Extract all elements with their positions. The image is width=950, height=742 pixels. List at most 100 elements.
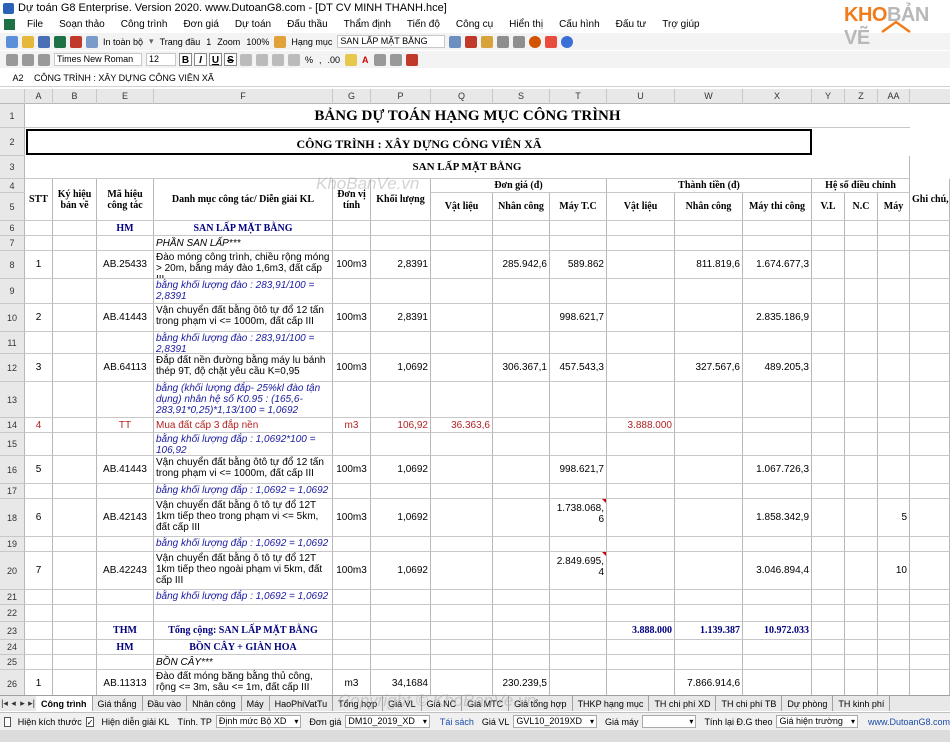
cell-G-row-8[interactable]: 100m3 bbox=[333, 251, 371, 279]
cell-Y-row-12[interactable] bbox=[812, 354, 845, 382]
borders-icon[interactable] bbox=[373, 53, 386, 66]
cell-S-row-21[interactable] bbox=[493, 590, 550, 605]
cell-Z-row-20[interactable] bbox=[845, 552, 878, 590]
cell-E-row-7[interactable] bbox=[97, 236, 154, 251]
cell-T-row-19[interactable] bbox=[550, 537, 607, 552]
cell-T-row-9[interactable] bbox=[550, 279, 607, 304]
cell-X-row-13[interactable] bbox=[743, 382, 812, 418]
cell-Q-row-21[interactable] bbox=[431, 590, 493, 605]
cell-T-row-7[interactable] bbox=[550, 236, 607, 251]
print-scope-label[interactable]: In toàn bộ bbox=[103, 37, 143, 47]
sort-up-icon[interactable] bbox=[6, 53, 18, 66]
cell-A-row-25[interactable] bbox=[25, 655, 53, 670]
cell-ghichu-row-20[interactable] bbox=[910, 552, 950, 590]
sheet-tab-5[interactable]: HaoPhiVatTu bbox=[270, 696, 334, 711]
cell-B-row-7[interactable] bbox=[53, 236, 97, 251]
cell-ghichu-row-25[interactable] bbox=[910, 655, 950, 670]
cell-F-row-20[interactable]: Vận chuyển đất bằng ô tô tự đổ 12T 1km t… bbox=[154, 552, 333, 590]
sheet-tab-11[interactable]: THKP hạng mục bbox=[573, 696, 650, 711]
cell-AA-row-14[interactable] bbox=[878, 418, 910, 433]
cell-ghichu-row-12[interactable] bbox=[910, 354, 950, 382]
cell-A-row-14[interactable]: 4 bbox=[25, 418, 53, 433]
cell-E-row-14[interactable]: TT bbox=[97, 418, 154, 433]
cell-Z-row-12[interactable] bbox=[845, 354, 878, 382]
show-explain-checkbox[interactable]: ✓ bbox=[85, 716, 95, 727]
cell-Q-row-6[interactable] bbox=[431, 221, 493, 236]
flag-vn-icon[interactable] bbox=[405, 53, 418, 66]
cell-P-row-9[interactable] bbox=[371, 279, 431, 304]
cell-F-row-9[interactable]: bằng khối lượng đào : 283,91/100 = 2,839… bbox=[154, 279, 333, 304]
cell-A-row-10[interactable]: 2 bbox=[25, 304, 53, 332]
column-header-Q[interactable]: Q bbox=[431, 89, 493, 104]
cell-Z-row-7[interactable] bbox=[845, 236, 878, 251]
cell-E-row-11[interactable] bbox=[97, 332, 154, 354]
cell-E-row-22[interactable] bbox=[97, 605, 154, 622]
column-header-X[interactable]: X bbox=[743, 89, 812, 104]
zoom-value[interactable]: 100% bbox=[246, 37, 269, 47]
cell-F-row-11[interactable]: bằng khối lượng đào : 283,91/100 = 2,839… bbox=[154, 332, 333, 354]
cell-F-row-6[interactable]: SAN LẤP MẶT BẰNG bbox=[154, 221, 333, 236]
cell-W-row-8[interactable]: 811.819,6 bbox=[675, 251, 743, 279]
cell-Z-row-10[interactable] bbox=[845, 304, 878, 332]
cell-Y-row-13[interactable] bbox=[812, 382, 845, 418]
cell-T-row-11[interactable] bbox=[550, 332, 607, 354]
cell-P-row-7[interactable] bbox=[371, 236, 431, 251]
cell-Z-row-17[interactable] bbox=[845, 484, 878, 499]
cell-S-row-25[interactable] bbox=[493, 655, 550, 670]
cell-Q-row-12[interactable] bbox=[431, 354, 493, 382]
cell-S-row-10[interactable] bbox=[493, 304, 550, 332]
calculator-icon[interactable] bbox=[497, 35, 510, 48]
cell-A-row-24[interactable] bbox=[25, 640, 53, 655]
cell-Y-row-26[interactable] bbox=[812, 670, 845, 695]
cell-Q-row-25[interactable] bbox=[431, 655, 493, 670]
cell-P-row-10[interactable]: 2,8391 bbox=[371, 304, 431, 332]
cell-G-row-9[interactable] bbox=[333, 279, 371, 304]
cell-B-row-11[interactable] bbox=[53, 332, 97, 354]
cell-T-row-23[interactable] bbox=[550, 622, 607, 640]
cell-U-row-25[interactable] bbox=[607, 655, 675, 670]
cell-Q-row-14[interactable]: 36.363,6 bbox=[431, 418, 493, 433]
cell-F-row-16[interactable]: Vận chuyển đất bằng ôtô tự đổ 12 tấn tro… bbox=[154, 456, 333, 484]
cell-F-row-22[interactable] bbox=[154, 605, 333, 622]
cell-P-row-8[interactable]: 2,8391 bbox=[371, 251, 431, 279]
cell-T-row-18[interactable]: 1.738.068,6 bbox=[550, 499, 607, 537]
cell-U-row-18[interactable] bbox=[607, 499, 675, 537]
cell-T-row-25[interactable] bbox=[550, 655, 607, 670]
cell-F-row-19[interactable]: bằng khối lượng đắp : 1,0692 = 1,0692 bbox=[154, 537, 333, 552]
cell-F-row-17[interactable]: bằng khối lượng đắp : 1,0692 = 1,0692 bbox=[154, 484, 333, 499]
cell-A-row-8[interactable]: 1 bbox=[25, 251, 53, 279]
cell-Z-row-23[interactable] bbox=[845, 622, 878, 640]
row-header-25[interactable]: 25 bbox=[0, 655, 25, 670]
cell-W-row-23[interactable]: 1.139.387 bbox=[675, 622, 743, 640]
cell-B-row-18[interactable] bbox=[53, 499, 97, 537]
cell-F-row-13[interactable]: bằng (khối lượng đắp- 25%kl đào tận dụng… bbox=[154, 382, 333, 418]
column-header-F[interactable]: F bbox=[154, 89, 333, 104]
cell-P-row-24[interactable] bbox=[371, 640, 431, 655]
pdf-export-icon[interactable] bbox=[70, 35, 82, 48]
cell-Y-row-21[interactable] bbox=[812, 590, 845, 605]
cell-P-row-11[interactable] bbox=[371, 332, 431, 354]
cell-G-row-6[interactable] bbox=[333, 221, 371, 236]
cell-U-row-15[interactable] bbox=[607, 433, 675, 456]
cell-X-row-14[interactable] bbox=[743, 418, 812, 433]
merge-cells-icon[interactable] bbox=[288, 53, 300, 66]
excel-export-icon[interactable] bbox=[54, 35, 66, 48]
cell-W-row-12[interactable]: 327.567,6 bbox=[675, 354, 743, 382]
cell-W-row-17[interactable] bbox=[675, 484, 743, 499]
row-header-16[interactable]: 16 bbox=[0, 456, 25, 484]
cell-Q-row-10[interactable] bbox=[431, 304, 493, 332]
cell-Z-row-11[interactable] bbox=[845, 332, 878, 354]
cell-ghichu-row-24[interactable] bbox=[910, 640, 950, 655]
cell-A-row-12[interactable]: 3 bbox=[25, 354, 53, 382]
cell-F-row-8[interactable]: Đào móng công trình, chiều rộng móng > 2… bbox=[154, 251, 333, 279]
cell-G-row-22[interactable] bbox=[333, 605, 371, 622]
cell-S-row-9[interactable] bbox=[493, 279, 550, 304]
cell-T-row-22[interactable] bbox=[550, 605, 607, 622]
cell-Q-row-7[interactable] bbox=[431, 236, 493, 251]
cell-S-row-12[interactable]: 306.367,1 bbox=[493, 354, 550, 382]
cell-P-row-15[interactable] bbox=[371, 433, 431, 456]
menu-item-4[interactable]: Dự toán bbox=[227, 19, 279, 30]
cell-B-row-21[interactable] bbox=[53, 590, 97, 605]
menu-item-12[interactable]: Trợ giúp bbox=[654, 19, 707, 30]
row-header-20[interactable]: 20 bbox=[0, 552, 25, 590]
